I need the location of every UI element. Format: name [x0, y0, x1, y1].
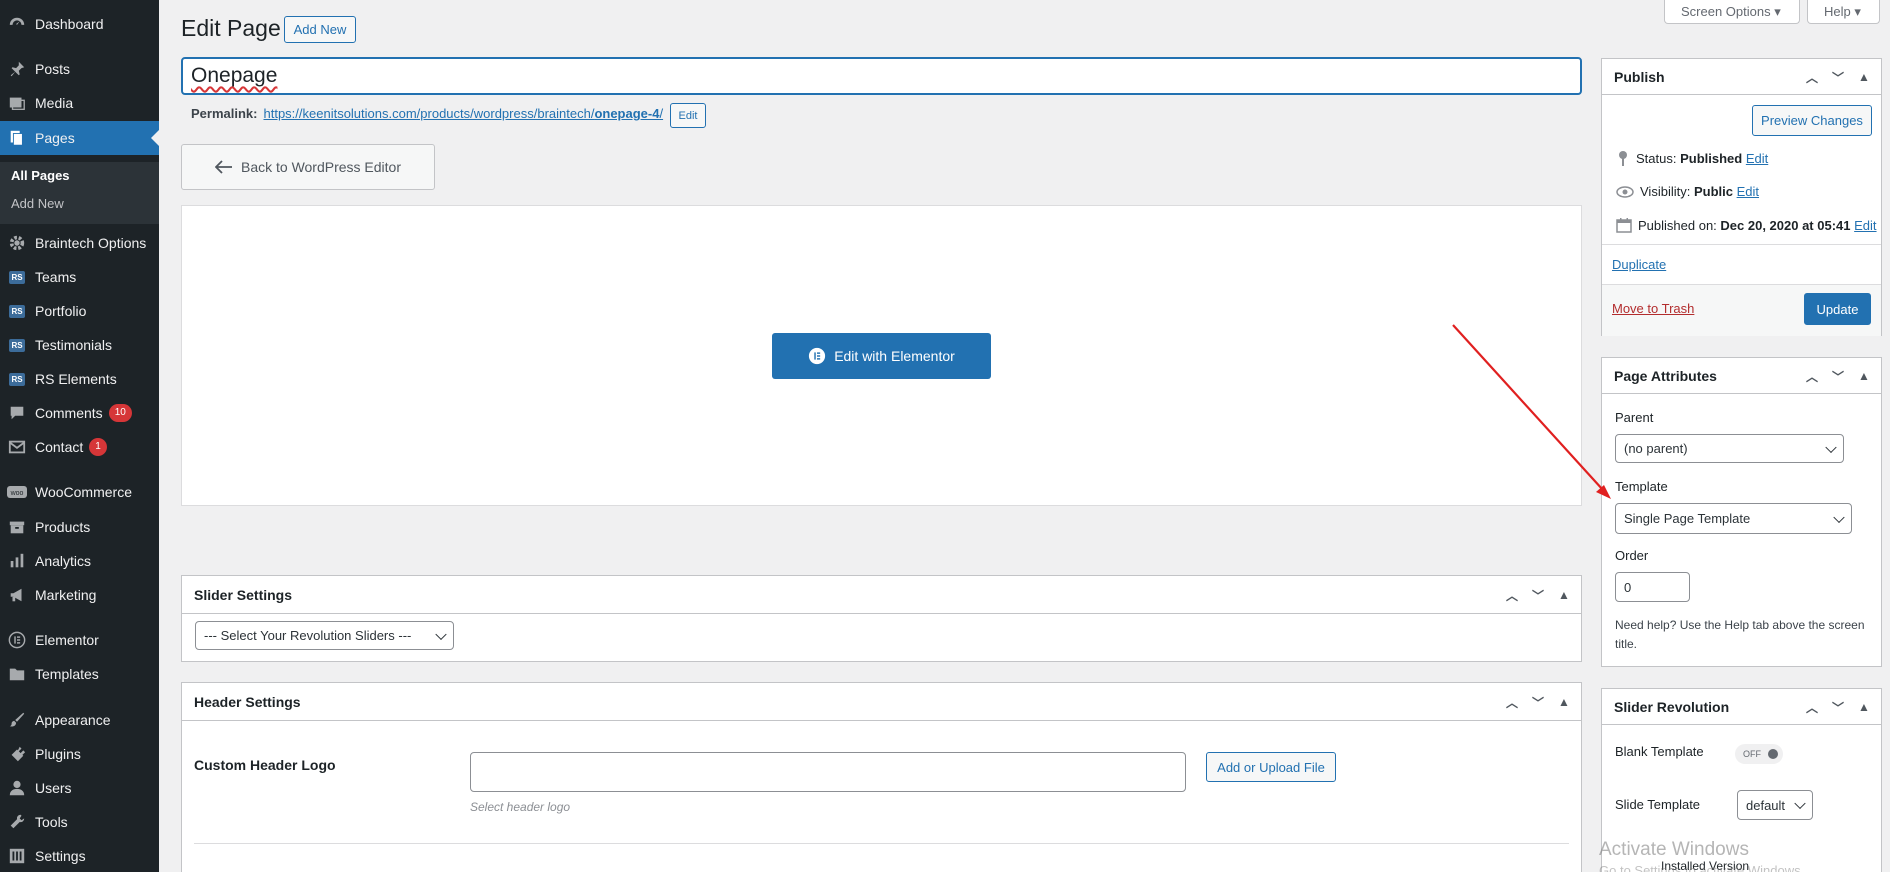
- annotation-arrow: [1452, 324, 1611, 499]
